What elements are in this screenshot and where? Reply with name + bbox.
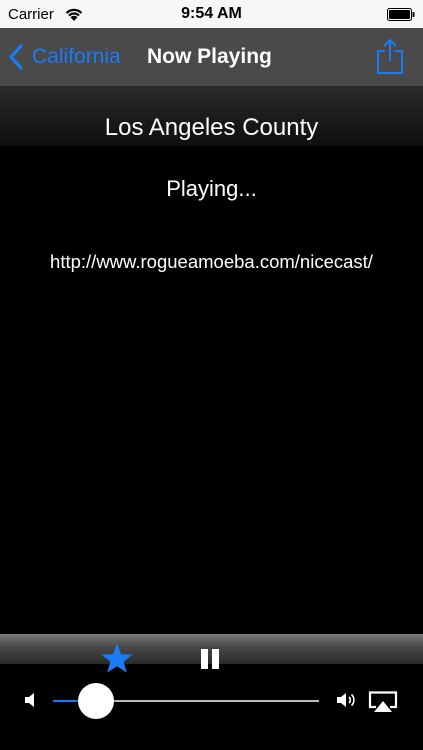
stream-url: http://www.rogueamoeba.com/nicecast/ bbox=[50, 251, 373, 272]
battery-icon bbox=[387, 8, 415, 21]
screen: Carrier 9:54 AM California Now Playing L… bbox=[0, 0, 423, 750]
station-name: Los Angeles County bbox=[104, 114, 319, 141]
back-button[interactable]: California bbox=[6, 28, 121, 86]
chevron-left-icon bbox=[9, 44, 23, 70]
pause-icon bbox=[201, 649, 208, 669]
volume-slider-thumb[interactable] bbox=[77, 683, 114, 719]
page-title: Now Playing bbox=[147, 45, 272, 68]
star-icon[interactable] bbox=[100, 642, 134, 676]
volume-low-icon bbox=[25, 693, 34, 707]
player-controls bbox=[0, 634, 423, 750]
clock: 9:54 AM bbox=[181, 5, 242, 22]
pause-button[interactable] bbox=[198, 647, 222, 673]
share-icon[interactable] bbox=[375, 37, 405, 75]
station-header: Los Angeles County bbox=[0, 86, 423, 146]
status-bar: Carrier 9:54 AM bbox=[0, 0, 423, 28]
back-button-label: California bbox=[32, 45, 121, 68]
volume-high-icon bbox=[337, 693, 355, 707]
pause-icon bbox=[212, 649, 219, 669]
volume-slider[interactable] bbox=[53, 683, 319, 719]
airplay-icon[interactable] bbox=[368, 691, 398, 713]
playback-status: Playing... bbox=[166, 176, 257, 201]
navigation-bar: California Now Playing bbox=[0, 28, 423, 86]
